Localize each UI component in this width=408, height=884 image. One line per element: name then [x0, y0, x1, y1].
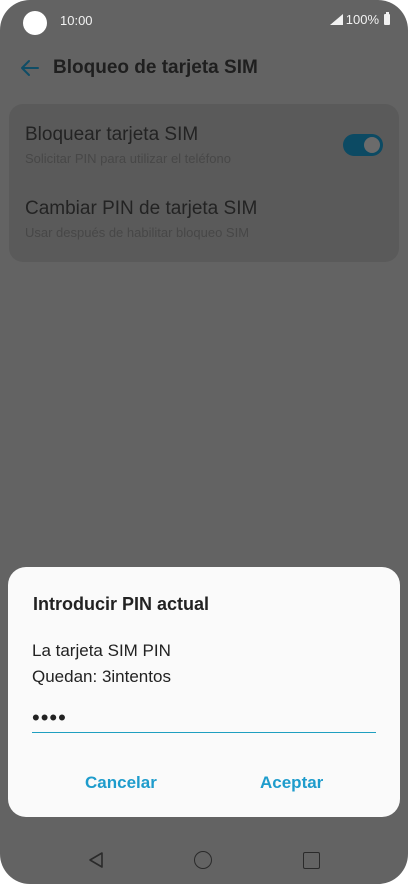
status-indicators: 100% — [329, 12, 390, 27]
status-bar: 10:00 100% — [0, 0, 408, 40]
dialog-title: Introducir PIN actual — [33, 594, 210, 614]
setting-lock-sim-title: Bloquear tarjeta SIM — [25, 124, 199, 145]
nav-recents-icon[interactable] — [303, 852, 320, 869]
cancel-button[interactable]: Cancelar — [85, 773, 157, 793]
navigation-bar — [0, 836, 408, 884]
page-title: Bloqueo de tarjeta SIM — [53, 57, 258, 78]
app-bar: Bloqueo de tarjeta SIM — [0, 48, 408, 88]
status-time: 10:00 — [60, 13, 93, 28]
lock-sim-toggle[interactable] — [343, 134, 383, 156]
toggle-knob — [364, 137, 380, 153]
dialog-message-attempts: Quedan: 3intentos — [32, 667, 171, 686]
nav-back-icon[interactable] — [86, 850, 106, 870]
pin-input[interactable] — [32, 703, 376, 733]
accept-button[interactable]: Aceptar — [260, 773, 323, 793]
battery-percent: 100% — [345, 12, 379, 27]
nav-home-icon[interactable] — [194, 851, 212, 869]
setting-change-pin-subtitle: Usar después de habilitar bloqueo SIM — [25, 225, 250, 240]
phone-screen: 10:00 100% Bloqueo de tarjeta SIM Bloque… — [0, 0, 408, 884]
pin-dialog: Introducir PIN actual La tarjeta SIM PIN… — [8, 567, 400, 817]
dialog-message-sim-pin: La tarjeta SIM PIN — [32, 641, 171, 660]
setting-lock-sim[interactable]: Bloquear tarjeta SIM Solicitar PIN para … — [9, 120, 399, 190]
setting-change-pin-title: Cambiar PIN de tarjeta SIM — [25, 198, 258, 219]
setting-lock-sim-subtitle: Solicitar PIN para utilizar el teléfono — [25, 151, 231, 166]
camera-cutout-icon — [23, 11, 47, 35]
signal-icon — [329, 14, 343, 25]
settings-card: Bloquear tarjeta SIM Solicitar PIN para … — [9, 104, 399, 262]
setting-change-pin[interactable]: Cambiar PIN de tarjeta SIM Usar después … — [9, 194, 399, 264]
battery-icon — [384, 12, 390, 25]
arrow-left-icon[interactable] — [18, 56, 42, 80]
